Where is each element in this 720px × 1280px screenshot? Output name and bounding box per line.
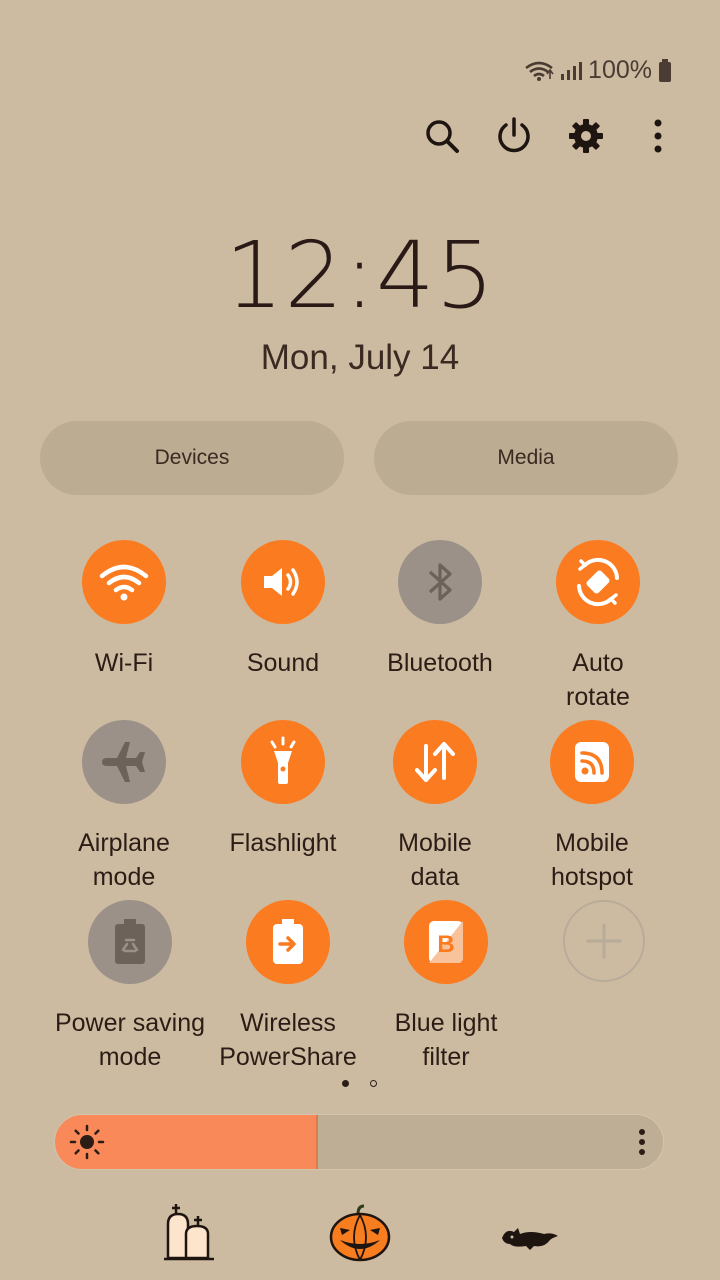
tile-bluetooth: Bluetooth [360, 540, 520, 680]
settings-button[interactable] [568, 112, 604, 160]
tile-auto-rotate: Auto rotate [518, 540, 678, 714]
mobile-data-icon [415, 742, 455, 782]
power-saving-toggle[interactable] [88, 900, 172, 984]
sound-toggle[interactable] [241, 540, 325, 624]
tile-label: Wireless PowerShare [219, 1009, 357, 1071]
tile-power-saving: Power saving mode [50, 900, 210, 1074]
page-indicator-inactive [370, 1080, 377, 1087]
auto-rotate-toggle[interactable] [556, 540, 640, 624]
mobile-hotspot-toggle[interactable] [550, 720, 634, 804]
black-cat-icon [502, 1228, 558, 1250]
add-tile-button[interactable] [563, 900, 645, 982]
search-icon [426, 120, 459, 153]
airplane-mode-toggle[interactable] [82, 720, 166, 804]
more-options-button[interactable] [640, 112, 676, 160]
tile-mobile-data: Mobile data [355, 720, 515, 894]
power-button[interactable] [496, 112, 532, 160]
tile-blue-light-filter: B Blue light filter [366, 900, 526, 1074]
brightness-icon [69, 1124, 105, 1160]
tile-label: Wi-Fi [94, 649, 154, 677]
tile-label: Power saving mode [54, 1009, 206, 1071]
media-button[interactable]: Media [374, 421, 678, 495]
tile-label: Airplane mode [78, 829, 170, 891]
quick-panel-actions [424, 112, 676, 160]
tile-flashlight: Flashlight [203, 720, 363, 860]
airplane-icon [102, 742, 145, 782]
tile-label: Auto rotate [566, 649, 630, 711]
power-icon [498, 117, 530, 153]
battery-icon [659, 58, 671, 82]
tile-label: Mobile data [398, 829, 472, 891]
wireless-powershare-icon [273, 919, 303, 964]
tile-mobile-hotspot: Mobile hotspot [512, 720, 672, 894]
battery-percent: 100% [588, 56, 652, 84]
tile-sound: Sound [203, 540, 363, 680]
flashlight-toggle[interactable] [241, 720, 325, 804]
search-button[interactable] [424, 112, 460, 160]
mobile-data-toggle[interactable] [393, 720, 477, 804]
svg-text:B: B [437, 931, 454, 958]
clock-date[interactable]: Mon, July 14 [0, 338, 720, 378]
sound-icon [264, 568, 299, 596]
tile-label: Mobile hotspot [550, 829, 633, 891]
power-saving-icon [115, 919, 145, 964]
tile-wifi: Wi-Fi [44, 540, 204, 680]
bluetooth-icon [428, 563, 452, 601]
hotspot-icon [575, 742, 609, 782]
bluetooth-toggle[interactable] [398, 540, 482, 624]
wifi-icon [99, 564, 149, 601]
wifi-icon [525, 61, 554, 81]
blue-light-filter-toggle[interactable]: B [404, 900, 488, 984]
tile-label: Sound [246, 649, 320, 677]
tile-airplane-mode: Airplane mode [44, 720, 204, 894]
page-indicator-active [342, 1080, 349, 1087]
blue-light-filter-icon: B [429, 921, 463, 963]
settings-icon [569, 119, 603, 153]
add-icon [586, 923, 622, 959]
status-bar: 100% [524, 56, 672, 85]
auto-rotate-icon [577, 557, 619, 607]
gravestones-icon [164, 1204, 214, 1261]
wireless-powershare-toggle[interactable] [246, 900, 330, 984]
wifi-toggle[interactable] [82, 540, 166, 624]
tile-wireless-powershare: Wireless PowerShare [208, 900, 368, 1074]
brightness-slider[interactable] [54, 1114, 664, 1170]
flashlight-icon [270, 736, 296, 784]
more-icon [654, 119, 662, 153]
tile-add [524, 900, 684, 982]
signal-icon [561, 61, 583, 80]
tile-label: Flashlight [229, 829, 337, 857]
tile-label: Blue light filter [394, 1009, 498, 1071]
tile-label: Bluetooth [387, 649, 493, 677]
pumpkin-icon [329, 1204, 391, 1262]
clock-time[interactable]: 12:45 [0, 222, 720, 329]
devices-button[interactable]: Devices [40, 421, 344, 495]
brightness-more-icon[interactable] [637, 1128, 647, 1156]
